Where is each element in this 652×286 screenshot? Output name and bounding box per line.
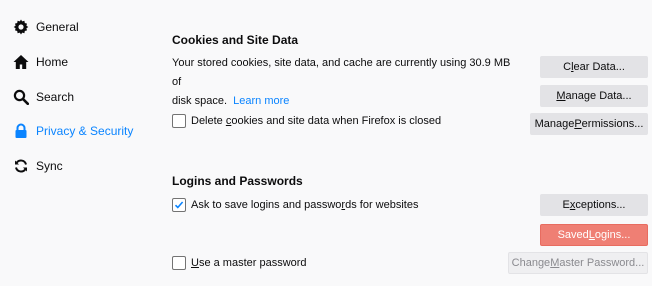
ask-to-save-checkbox[interactable]: [172, 198, 186, 212]
button-label-part: ear Data...: [573, 61, 625, 73]
label-part: Ask to save logins and passwo: [191, 199, 342, 211]
label-part: se a master password: [198, 257, 307, 269]
cookies-description-line2: disk space. Learn more: [172, 92, 517, 111]
cookies-description: Your stored cookies, site data, and cach…: [172, 54, 517, 111]
button-label-part: Saved: [557, 229, 589, 241]
change-master-password-button[interactable]: Change Master Password...: [508, 252, 648, 274]
button-label-part: Manage: [534, 118, 575, 130]
button-label-part: anage Data...: [565, 90, 632, 102]
access-key: U: [191, 257, 199, 269]
saved-logins-button[interactable]: Saved Logins...: [540, 224, 648, 246]
logins-heading: Logins and Passwords: [172, 174, 303, 188]
cookies-description-text: disk space.: [172, 95, 228, 107]
label-part: Delete: [191, 115, 226, 127]
cookies-description-line1: Your stored cookies, site data, and cach…: [172, 57, 511, 88]
manage-permissions-button[interactable]: Manage Permissions...: [530, 113, 648, 135]
ask-to-save-label[interactable]: Ask to save logins and passwords for web…: [191, 198, 418, 212]
button-label-part: Change: [511, 257, 551, 269]
clear-data-button[interactable]: Cl ear Data...: [540, 56, 648, 78]
button-label-part: C: [563, 61, 572, 73]
learn-more-link[interactable]: Learn more: [233, 95, 289, 107]
access-key: P: [574, 118, 582, 130]
exceptions-button[interactable]: Ex ceptions...: [540, 194, 648, 216]
master-password-checkbox[interactable]: [172, 256, 186, 270]
delete-cookies-label[interactable]: Delete cookies and site data when Firefo…: [191, 114, 441, 128]
delete-cookies-checkbox[interactable]: [172, 114, 186, 128]
button-label-part: ermissions...: [581, 118, 644, 130]
label-part: ds for websites: [345, 199, 419, 211]
checkmark-icon: [174, 201, 184, 209]
button-label-part: aster Password...: [559, 257, 645, 269]
button-label-part: E: [562, 199, 570, 211]
button-label-part: ogins...: [594, 229, 631, 241]
manage-data-button[interactable]: Manage Data...: [540, 85, 648, 107]
privacy-content: Cookies and Site Data Your stored cookie…: [0, 0, 652, 286]
access-key: M: [556, 90, 566, 102]
master-password-label[interactable]: Use a master password: [191, 256, 307, 270]
access-key: M: [550, 257, 560, 269]
button-label-part: ceptions...: [575, 199, 626, 211]
cookies-heading: Cookies and Site Data: [172, 33, 299, 47]
label-part: ookies and site data when Firefox is clo…: [231, 115, 442, 127]
